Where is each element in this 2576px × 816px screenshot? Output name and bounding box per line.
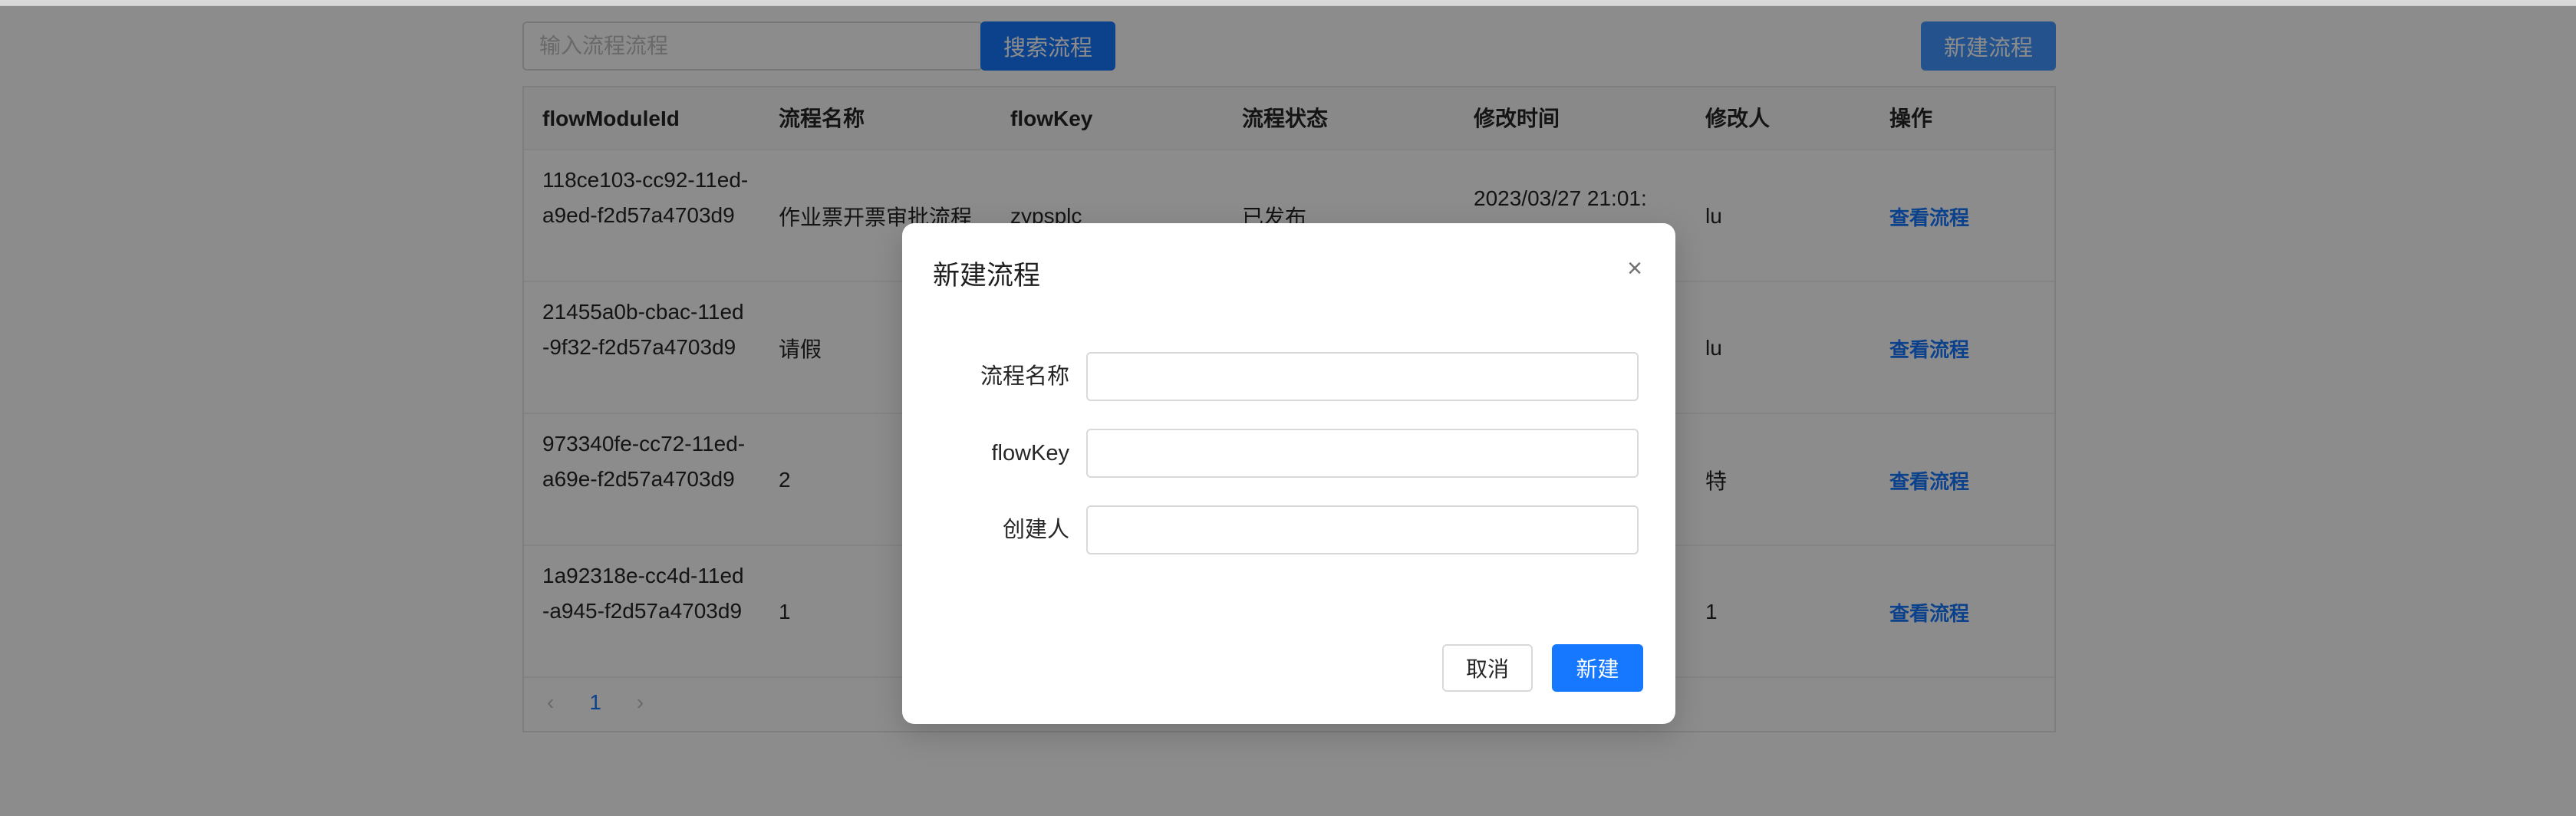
- modal-title: 新建流程: [933, 261, 1041, 291]
- creator-input[interactable]: [1086, 505, 1639, 554]
- form-item-flow-name: 流程名称: [902, 352, 1675, 401]
- cancel-button[interactable]: 取消: [1442, 644, 1533, 692]
- form-item-flow-key: flowKey: [902, 429, 1675, 478]
- form-item-creator: 创建人: [902, 505, 1675, 554]
- flow-key-input[interactable]: [1086, 429, 1639, 478]
- create-button[interactable]: 新建: [1552, 644, 1643, 692]
- flow-name-input[interactable]: [1086, 352, 1639, 401]
- flow-key-label: flowKey: [991, 441, 1069, 466]
- close-icon[interactable]: ×: [1623, 255, 1646, 281]
- creator-label: 创建人: [1002, 518, 1069, 542]
- flow-name-label: 流程名称: [980, 364, 1069, 389]
- browser-top-border: [0, 0, 2576, 6]
- new-flow-modal: 新建流程 × 流程名称 flowKey 创建人 取消 新建: [902, 223, 1675, 724]
